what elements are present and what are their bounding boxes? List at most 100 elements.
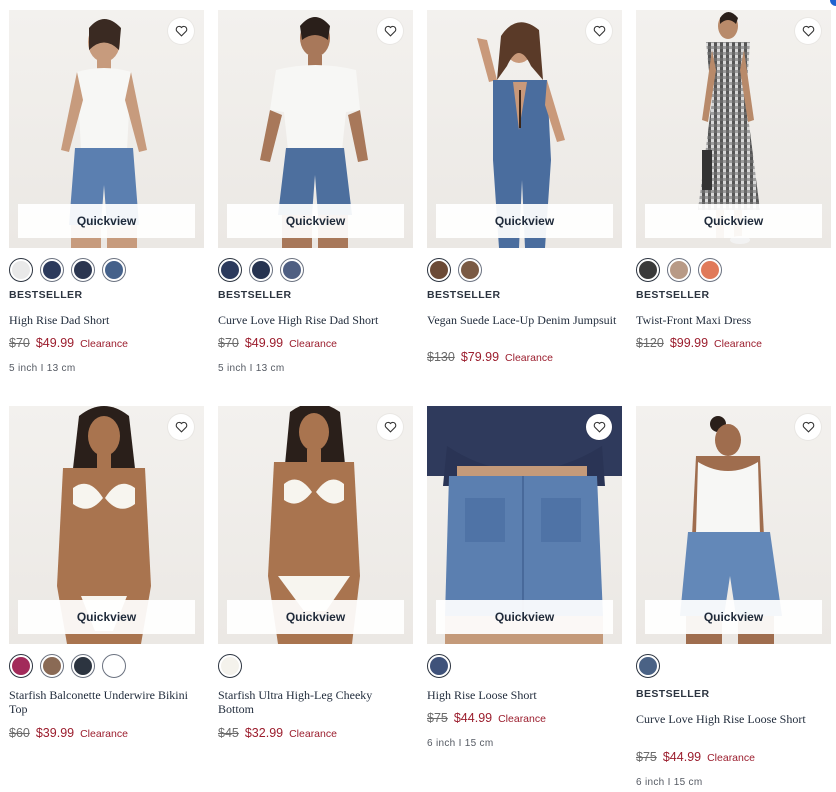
product-image[interactable]: Quickview bbox=[9, 406, 204, 644]
price-row: $45 $32.99 Clearance bbox=[218, 726, 337, 740]
color-swatch[interactable] bbox=[40, 654, 64, 678]
heart-icon bbox=[593, 25, 605, 37]
color-swatches bbox=[636, 258, 722, 282]
product-name[interactable]: Curve Love High Rise Dad Short bbox=[218, 313, 408, 327]
bestseller-badge: BESTSELLER bbox=[218, 289, 292, 301]
quickview-button[interactable]: Quickview bbox=[436, 204, 613, 238]
favorite-button[interactable] bbox=[377, 414, 403, 440]
clearance-label: Clearance bbox=[289, 728, 337, 740]
favorite-button[interactable] bbox=[586, 414, 612, 440]
color-swatch[interactable] bbox=[218, 654, 242, 678]
color-swatch[interactable] bbox=[636, 258, 660, 282]
scroll-indicator bbox=[830, 0, 836, 6]
heart-icon bbox=[384, 25, 396, 37]
product-name[interactable]: Curve Love High Rise Loose Short bbox=[636, 712, 826, 726]
price-row: $130 $79.99 Clearance bbox=[427, 350, 553, 364]
color-swatches bbox=[9, 258, 126, 282]
inseam-info: 5 inch I 13 cm bbox=[9, 363, 76, 374]
original-price: $75 bbox=[427, 711, 448, 725]
color-swatch[interactable] bbox=[218, 258, 242, 282]
product-image[interactable]: Quickview bbox=[636, 10, 831, 248]
heart-icon bbox=[384, 421, 396, 433]
price-row: $60 $39.99 Clearance bbox=[9, 726, 128, 740]
price-row: $70 $49.99 Clearance bbox=[9, 336, 128, 350]
quickview-button[interactable]: Quickview bbox=[227, 600, 404, 634]
color-swatch[interactable] bbox=[71, 654, 95, 678]
sale-price: $32.99 bbox=[244, 726, 284, 740]
sale-price: $44.99 bbox=[662, 750, 702, 764]
inseam-info: 5 inch I 13 cm bbox=[218, 363, 285, 374]
favorite-button[interactable] bbox=[586, 18, 612, 44]
bestseller-badge: BESTSELLER bbox=[9, 289, 83, 301]
favorite-button[interactable] bbox=[795, 414, 821, 440]
product-image[interactable]: Quickview bbox=[218, 10, 413, 248]
color-swatch[interactable] bbox=[9, 258, 33, 282]
quickview-button[interactable]: Quickview bbox=[18, 600, 195, 634]
clearance-label: Clearance bbox=[714, 338, 762, 350]
quickview-button[interactable]: Quickview bbox=[436, 600, 613, 634]
color-swatch[interactable] bbox=[102, 654, 126, 678]
bestseller-badge: BESTSELLER bbox=[636, 289, 710, 301]
color-swatch[interactable] bbox=[102, 258, 126, 282]
color-swatch[interactable] bbox=[40, 258, 64, 282]
favorite-button[interactable] bbox=[795, 18, 821, 44]
original-price: $75 bbox=[636, 750, 657, 764]
product-image[interactable]: Quickview bbox=[636, 406, 831, 644]
bestseller-badge: BESTSELLER bbox=[636, 688, 710, 700]
bestseller-badge: BESTSELLER bbox=[427, 289, 501, 301]
product-image[interactable]: Quickview bbox=[9, 10, 204, 248]
favorite-button[interactable] bbox=[168, 18, 194, 44]
heart-icon bbox=[802, 25, 814, 37]
inseam-info: 6 inch I 15 cm bbox=[636, 777, 703, 788]
clearance-label: Clearance bbox=[80, 338, 128, 350]
color-swatch[interactable] bbox=[71, 258, 95, 282]
clearance-label: Clearance bbox=[505, 352, 553, 364]
product-name[interactable]: Starfish Ultra High-Leg Cheeky Bottom bbox=[218, 688, 408, 716]
original-price: $120 bbox=[636, 336, 664, 350]
color-swatch[interactable] bbox=[636, 654, 660, 678]
quickview-button[interactable]: Quickview bbox=[18, 204, 195, 238]
price-row: $75 $44.99 Clearance bbox=[636, 750, 755, 764]
color-swatch[interactable] bbox=[458, 258, 482, 282]
heart-icon bbox=[175, 25, 187, 37]
color-swatches bbox=[636, 654, 660, 678]
price-row: $120 $99.99 Clearance bbox=[636, 336, 762, 350]
product-image[interactable]: Quickview bbox=[218, 406, 413, 644]
sale-price: $44.99 bbox=[453, 711, 493, 725]
clearance-label: Clearance bbox=[707, 752, 755, 764]
favorite-button[interactable] bbox=[377, 18, 403, 44]
color-swatch[interactable] bbox=[698, 258, 722, 282]
color-swatch[interactable] bbox=[9, 654, 33, 678]
sale-price: $39.99 bbox=[35, 726, 75, 740]
color-swatch[interactable] bbox=[280, 258, 304, 282]
clearance-label: Clearance bbox=[80, 728, 128, 740]
product-name[interactable]: High Rise Dad Short bbox=[9, 313, 199, 327]
product-image[interactable]: Quickview bbox=[427, 406, 622, 644]
color-swatch[interactable] bbox=[667, 258, 691, 282]
color-swatch[interactable] bbox=[427, 654, 451, 678]
clearance-label: Clearance bbox=[289, 338, 337, 350]
sale-price: $79.99 bbox=[460, 350, 500, 364]
inseam-info: 6 inch I 15 cm bbox=[427, 738, 494, 749]
product-name[interactable]: High Rise Loose Short bbox=[427, 688, 617, 702]
color-swatch[interactable] bbox=[427, 258, 451, 282]
color-swatches bbox=[218, 258, 304, 282]
original-price: $45 bbox=[218, 726, 239, 740]
product-name[interactable]: Vegan Suede Lace-Up Denim Jumpsuit bbox=[427, 313, 617, 327]
quickview-button[interactable]: Quickview bbox=[227, 204, 404, 238]
original-price: $60 bbox=[9, 726, 30, 740]
heart-icon bbox=[175, 421, 187, 433]
product-image[interactable]: Quickview bbox=[427, 10, 622, 248]
original-price: $70 bbox=[9, 336, 30, 350]
quickview-button[interactable]: Quickview bbox=[645, 600, 822, 634]
heart-icon bbox=[802, 421, 814, 433]
color-swatches bbox=[9, 654, 126, 678]
favorite-button[interactable] bbox=[168, 414, 194, 440]
heart-icon bbox=[593, 421, 605, 433]
product-name[interactable]: Twist-Front Maxi Dress bbox=[636, 313, 826, 327]
original-price: $70 bbox=[218, 336, 239, 350]
color-swatch[interactable] bbox=[249, 258, 273, 282]
product-name[interactable]: Starfish Balconette Underwire Bikini Top bbox=[9, 688, 199, 716]
quickview-button[interactable]: Quickview bbox=[645, 204, 822, 238]
price-row: $75 $44.99 Clearance bbox=[427, 711, 546, 725]
